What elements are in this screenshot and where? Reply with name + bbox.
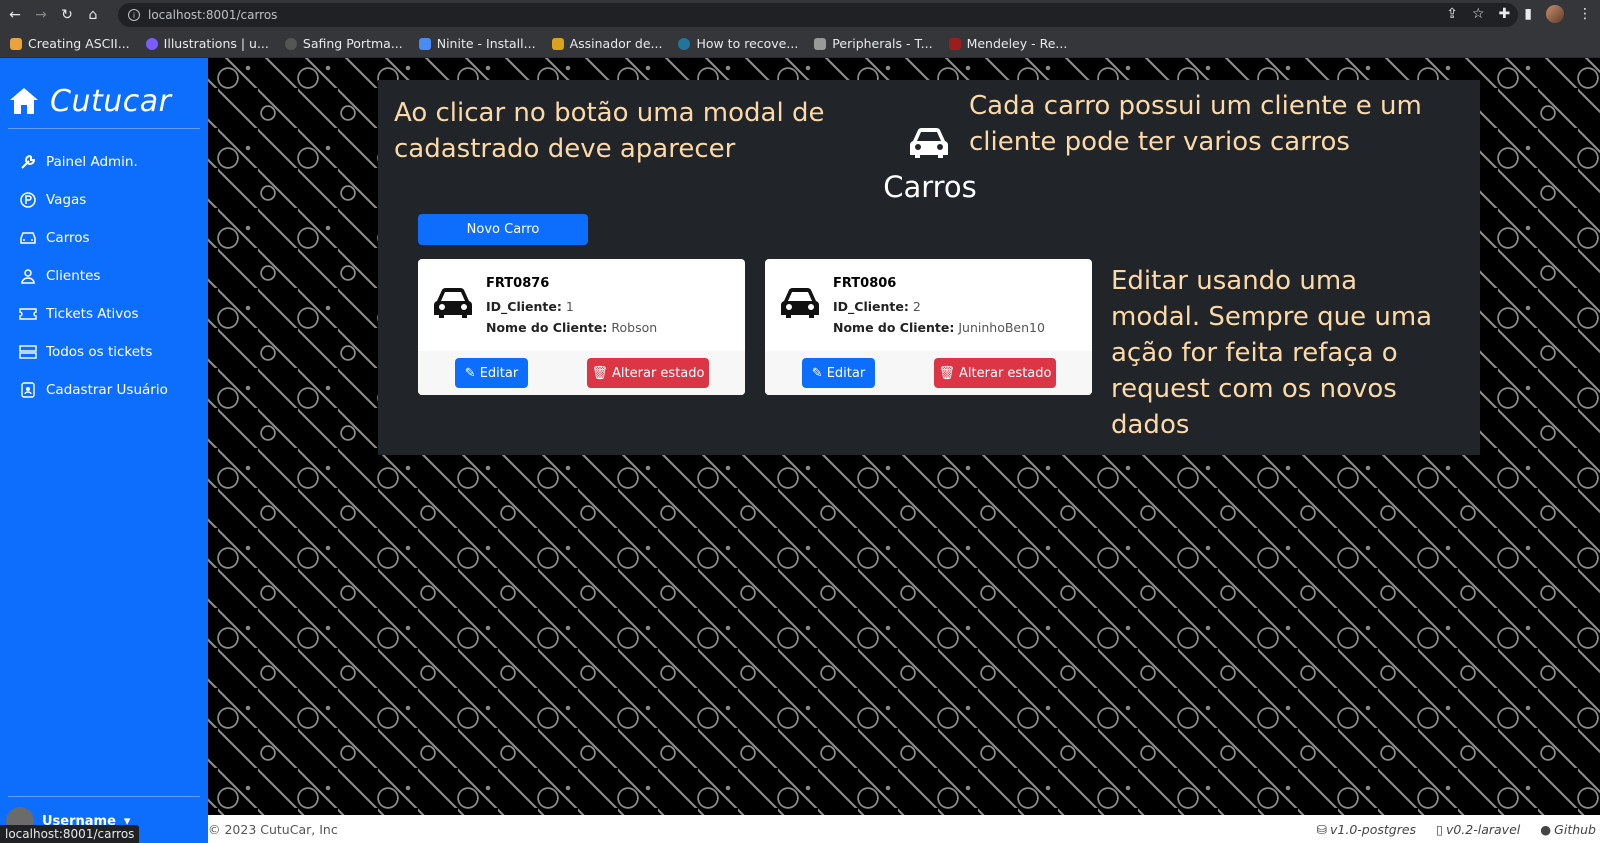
github-icon: ● bbox=[1540, 821, 1552, 837]
github-link[interactable]: ● Github bbox=[1540, 822, 1596, 837]
profile-avatar[interactable] bbox=[1546, 5, 1564, 23]
bookmark-item[interactable]: Assinador de... bbox=[551, 36, 662, 51]
bookmark-favicon-icon bbox=[418, 37, 431, 50]
car-icon bbox=[781, 288, 819, 318]
address-bar[interactable]: i localhost:8001/carros bbox=[118, 3, 1518, 27]
trash-icon: 🗑 bbox=[591, 365, 609, 381]
car-card: FRT0876 ID_Cliente: 1 Nome do Cliente: R… bbox=[418, 259, 745, 395]
brand-name: Cutucar bbox=[50, 83, 172, 119]
bookmarks-bar: Creating ASCII... Illustrations | u... S… bbox=[0, 30, 1600, 58]
edit-button[interactable]: ✎ Editar bbox=[455, 358, 528, 388]
annotation-relation-note: Cada carro possui um cliente e um client… bbox=[969, 91, 1422, 157]
file-icon: ▯ bbox=[1436, 821, 1443, 837]
client-name-value: JuninhoBen10 bbox=[958, 320, 1045, 335]
browser-toolbar: ← → ↻ ⌂ i localhost:8001/carros ⇪ ☆ ✚ ▮ … bbox=[0, 0, 1600, 30]
sidebar-item-painel-admin[interactable]: Painel Admin. bbox=[0, 143, 208, 181]
sidebar-item-clientes[interactable]: Clientes bbox=[0, 257, 208, 295]
client-name-line: Nome do Cliente: Robson bbox=[486, 320, 657, 335]
database-icon: ⛁ bbox=[1316, 821, 1327, 837]
car-card: FRT0806 ID_Cliente: 2 Nome do Cliente: J… bbox=[765, 259, 1092, 395]
extensions-icon[interactable]: ✚ bbox=[1499, 6, 1511, 22]
client-id-label: ID_Cliente: bbox=[833, 299, 909, 314]
page-title: Carros bbox=[883, 170, 977, 204]
browser-actions: ⇪ ☆ ✚ ▮ ⋮ bbox=[1446, 5, 1592, 23]
forward-icon[interactable]: → bbox=[30, 4, 52, 26]
tickets-icon bbox=[19, 343, 37, 361]
client-name-label: Nome do Cliente: bbox=[833, 320, 955, 335]
reload-icon[interactable]: ↻ bbox=[56, 4, 78, 26]
car-plate: FRT0806 bbox=[833, 276, 897, 291]
copyright: © 2023 CutuCar, Inc bbox=[208, 821, 338, 837]
share-icon[interactable]: ⇪ bbox=[1446, 6, 1458, 22]
sidebar-nav: Painel Admin. Vagas Carros Clientes Tick… bbox=[0, 129, 208, 409]
parking-icon bbox=[19, 191, 37, 209]
bookmark-favicon-icon bbox=[678, 37, 691, 50]
person-icon bbox=[19, 267, 37, 285]
sidebar: Cutucar Painel Admin. Vagas Carros Clien… bbox=[0, 58, 208, 843]
site-info-icon[interactable]: i bbox=[128, 9, 140, 21]
footer-links: ⛁ v1.0-postgres ▯ v0.2-laravel ● Github bbox=[1317, 822, 1596, 837]
client-name-label: Nome do Cliente: bbox=[486, 320, 608, 335]
client-name-value: Robson bbox=[611, 320, 658, 335]
car-card-footer: ✎ Editar 🗑 Alterar estado bbox=[765, 351, 1092, 395]
bookmark-item[interactable]: Peripherals - T... bbox=[814, 36, 933, 51]
car-card-footer: ✎ Editar 🗑 Alterar estado bbox=[418, 351, 745, 395]
car-icon bbox=[910, 128, 948, 158]
bookmark-item[interactable]: Creating ASCII... bbox=[10, 36, 130, 51]
change-state-button[interactable]: 🗑 Alterar estado bbox=[587, 358, 709, 388]
annotation-edit-note: Editar usando uma modal. Sempre que uma … bbox=[1111, 266, 1433, 440]
car-card-body: FRT0806 ID_Cliente: 2 Nome do Cliente: J… bbox=[765, 259, 1092, 351]
sidebar-item-todos-tickets[interactable]: Todos os tickets bbox=[0, 333, 208, 371]
bookmark-favicon-icon bbox=[551, 37, 564, 50]
pencil-icon: ✎ bbox=[464, 365, 476, 381]
bookmark-favicon-icon bbox=[145, 37, 158, 50]
bookmark-favicon-icon bbox=[948, 37, 961, 50]
car-plate: FRT0876 bbox=[486, 276, 550, 291]
pencil-icon: ✎ bbox=[811, 365, 823, 381]
ticket-icon bbox=[19, 305, 37, 323]
new-car-button[interactable]: Novo Carro bbox=[418, 214, 588, 245]
sidebar-item-carros[interactable]: Carros bbox=[0, 219, 208, 257]
bookmark-star-icon[interactable]: ☆ bbox=[1472, 6, 1485, 22]
wrench-icon bbox=[19, 153, 37, 171]
trash-icon: 🗑 bbox=[938, 365, 956, 381]
brand[interactable]: Cutucar bbox=[0, 58, 208, 128]
bookmark-favicon-icon bbox=[10, 37, 22, 50]
framework-version: ▯ v0.2-laravel bbox=[1436, 821, 1521, 837]
bookmark-item[interactable]: Illustrations | u... bbox=[145, 36, 269, 51]
client-id-value: 2 bbox=[912, 299, 921, 314]
person-badge-icon bbox=[19, 381, 37, 399]
bookmark-item[interactable]: Mendeley - Re... bbox=[948, 36, 1067, 51]
car-icon bbox=[19, 229, 37, 247]
address-url: localhost:8001/carros bbox=[148, 8, 278, 22]
client-name-line: Nome do Cliente: JuninhoBen10 bbox=[833, 320, 1045, 335]
db-version: ⛁ v1.0-postgres bbox=[1316, 821, 1417, 837]
car-card-body: FRT0876 ID_Cliente: 1 Nome do Cliente: R… bbox=[418, 259, 745, 351]
back-icon[interactable]: ← bbox=[4, 4, 26, 26]
client-id-value: 1 bbox=[565, 299, 574, 314]
change-state-button[interactable]: 🗑 Alterar estado bbox=[934, 358, 1056, 388]
bookmark-item[interactable]: Ninite - Install... bbox=[418, 36, 536, 51]
sidebar-item-cadastrar-usuario[interactable]: Cadastrar Usuário bbox=[0, 371, 208, 409]
link-status-tooltip: localhost:8001/carros bbox=[0, 825, 140, 843]
bookmark-favicon-icon bbox=[814, 37, 827, 50]
menu-kebab-icon[interactable]: ⋮ bbox=[1578, 6, 1592, 22]
sidebar-item-tickets-ativos[interactable]: Tickets Ativos bbox=[0, 295, 208, 333]
home-icon[interactable]: ⌂ bbox=[82, 4, 104, 26]
page-footer: © 2023 CutuCar, Inc ⛁ v1.0-postgres ▯ v0.2… bbox=[208, 815, 1600, 843]
client-id-line: ID_Cliente: 1 bbox=[486, 299, 574, 314]
bookmark-favicon-icon bbox=[284, 37, 297, 50]
bookmark-item[interactable]: How to recove... bbox=[678, 36, 798, 51]
client-id-line: ID_Cliente: 2 bbox=[833, 299, 921, 314]
side-panel-icon[interactable]: ▮ bbox=[1524, 6, 1532, 22]
sidebar-item-vagas[interactable]: Vagas bbox=[0, 181, 208, 219]
annotation-modal-note: Ao clicar no botão uma modal de cadastra… bbox=[394, 98, 825, 164]
client-id-label: ID_Cliente: bbox=[486, 299, 562, 314]
car-icon bbox=[434, 288, 472, 318]
bookmark-item[interactable]: Safing Portma... bbox=[284, 36, 403, 51]
home-icon bbox=[10, 88, 38, 114]
edit-button[interactable]: ✎ Editar bbox=[802, 358, 875, 388]
sidebar-divider bbox=[8, 796, 200, 797]
